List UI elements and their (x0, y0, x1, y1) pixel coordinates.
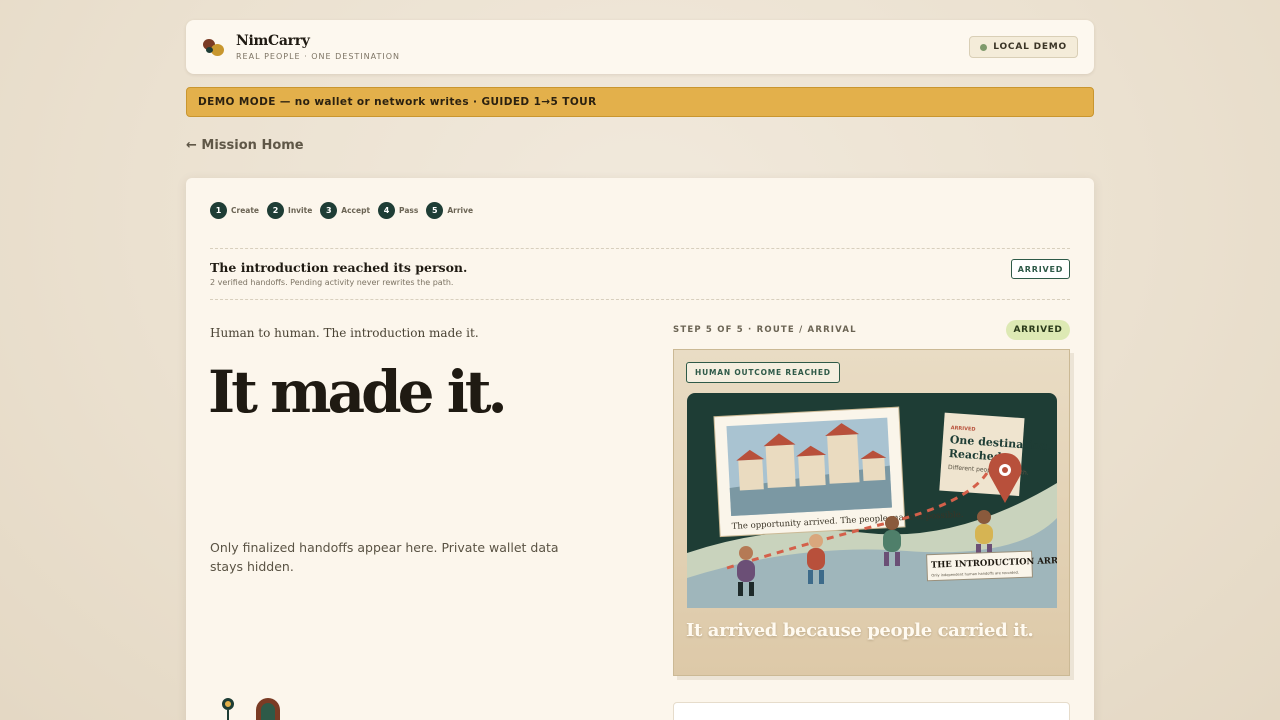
mission-card: 1 Create 2 Invite 3 Accept 4 Pass 5 Arri… (186, 178, 1094, 720)
divider (210, 299, 1070, 300)
brand-name: NimCarry (236, 33, 310, 49)
step-number: 4 (378, 202, 396, 219)
status-dot-icon (980, 43, 988, 51)
step-number: 5 (426, 202, 444, 219)
status-subtitle: 2 verified handoffs. Pending activity ne… (210, 278, 454, 287)
scene-caption: It arrived because people carried it. (686, 620, 1034, 641)
step-label: Arrive (447, 206, 474, 215)
flower-icon (222, 698, 234, 710)
step-label: Invite (288, 206, 313, 215)
route-detail-panel (673, 702, 1070, 720)
step-label: Pass (399, 206, 419, 215)
step-number: 1 (210, 202, 227, 219)
divider (210, 248, 1070, 249)
local-demo-label: LOCAL DEMO (993, 42, 1067, 52)
status-title: The introduction reached its person. (210, 260, 468, 275)
app-header: NimCarry REAL PEOPLE · ONE DESTINATION L… (186, 20, 1094, 74)
door-inner-icon (261, 703, 275, 720)
arrival-scene-card: HUMAN OUTCOME REACHED The opportunity ar… (673, 349, 1070, 676)
step-arrive[interactable]: 5 Arrive (426, 202, 473, 219)
status-badge: ARRIVED (1011, 259, 1070, 279)
step-label: Accept (341, 206, 371, 215)
outcome-tag: HUMAN OUTCOME REACHED (686, 362, 840, 383)
step-number: 2 (267, 202, 285, 219)
step-label: Create (231, 206, 260, 215)
demo-mode-text: DEMO MODE — no wallet or network writes … (198, 96, 597, 108)
step-invite[interactable]: 2 Invite (267, 202, 312, 219)
page-headline: It made it. (208, 358, 508, 426)
brand-tagline: REAL PEOPLE · ONE DESTINATION (236, 52, 401, 61)
step-pass[interactable]: 4 Pass (378, 202, 418, 219)
step-accept[interactable]: 3 Accept (320, 202, 370, 219)
route-step-meta: STEP 5 OF 5 · ROUTE / ARRIVAL (673, 325, 857, 335)
local-demo-badge: LOCAL DEMO (969, 36, 1078, 58)
mission-home-link[interactable]: ← Mission Home (186, 138, 304, 153)
step-progress: 1 Create 2 Invite 3 Accept 4 Pass 5 Arri… (210, 202, 477, 219)
nimcarry-logo-icon (202, 35, 226, 59)
flower-stem-icon (227, 710, 229, 720)
intro-line: Human to human. The introduction made it… (210, 326, 479, 340)
arrived-pill: ARRIVED (1006, 320, 1070, 340)
privacy-note: Only finalized handoffs appear here. Pri… (210, 540, 559, 574)
arrival-illustration: The opportunity arrived. The people made… (687, 393, 1057, 608)
step-create[interactable]: 1 Create (210, 202, 259, 219)
demo-mode-banner: DEMO MODE — no wallet or network writes … (186, 87, 1094, 117)
brand-block: NimCarry REAL PEOPLE · ONE DESTINATION (236, 33, 400, 61)
step-number: 3 (320, 202, 338, 219)
